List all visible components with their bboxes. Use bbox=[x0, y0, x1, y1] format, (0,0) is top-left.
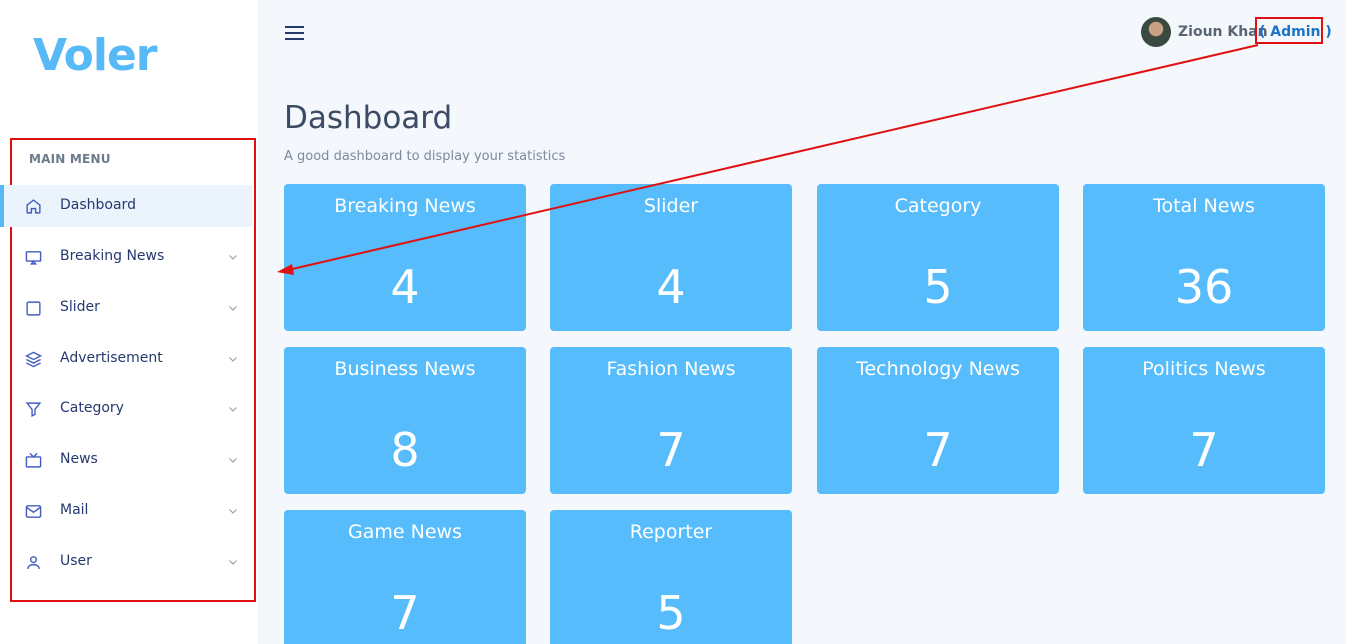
user-icon bbox=[27, 556, 40, 569]
sidebar-item-breaking-news[interactable]: Breaking News bbox=[0, 236, 252, 278]
stat-card-business-news[interactable]: Business News 8 bbox=[284, 347, 526, 494]
chevron-down-icon[interactable] bbox=[227, 251, 239, 263]
sidebar-item-label: Category bbox=[60, 400, 124, 416]
chevron-down-icon[interactable] bbox=[227, 556, 239, 568]
chevron-down-icon[interactable] bbox=[227, 505, 239, 517]
menu-title: MAIN MENU bbox=[29, 152, 111, 166]
stat-card-value: 7 bbox=[923, 423, 953, 477]
tv-icon bbox=[25, 452, 42, 468]
stat-card-game-news[interactable]: Game News 7 bbox=[284, 510, 526, 644]
topbar: Zioun Khan ( Admin ) bbox=[259, 0, 1346, 70]
stat-card-title: Breaking News bbox=[334, 195, 476, 217]
stat-card-value: 4 bbox=[390, 260, 420, 314]
home-icon bbox=[26, 199, 41, 214]
sidebar-item-label: Advertisement bbox=[60, 350, 163, 366]
hamburger-menu-icon[interactable] bbox=[285, 26, 304, 42]
sidebar-item-label: User bbox=[60, 553, 92, 569]
stat-card-value: 7 bbox=[390, 586, 420, 640]
stat-card-technology-news[interactable]: Technology News 7 bbox=[817, 347, 1059, 494]
stat-card-reporter[interactable]: Reporter 5 bbox=[550, 510, 792, 644]
logo[interactable]: Voler bbox=[33, 30, 157, 81]
sidebar-item-news[interactable]: News bbox=[0, 439, 252, 481]
chevron-down-icon[interactable] bbox=[227, 403, 239, 415]
monitor-icon bbox=[25, 251, 42, 265]
stat-card-title: Category bbox=[894, 195, 982, 217]
stat-card-title: Fashion News bbox=[606, 358, 736, 380]
stat-card-value: 7 bbox=[1189, 423, 1219, 477]
sidebar-item-dashboard[interactable]: Dashboard bbox=[0, 185, 252, 227]
sidebar-item-slider[interactable]: Slider bbox=[0, 287, 252, 329]
sidebar-item-label: Breaking News bbox=[60, 248, 165, 264]
page-subtitle: A good dashboard to display your statist… bbox=[284, 149, 566, 164]
stat-card-fashion-news[interactable]: Fashion News 7 bbox=[550, 347, 792, 494]
sidebar-item-label: Dashboard bbox=[60, 197, 136, 213]
stat-card-title: Slider bbox=[643, 195, 699, 217]
page-title: Dashboard bbox=[284, 100, 453, 136]
stat-card-slider[interactable]: Slider 4 bbox=[550, 184, 792, 331]
square-icon bbox=[26, 301, 41, 316]
sidebar-item-category[interactable]: Category bbox=[0, 388, 252, 430]
stat-card-value: 5 bbox=[923, 260, 953, 314]
layers-icon bbox=[25, 351, 42, 368]
chevron-down-icon[interactable] bbox=[227, 302, 239, 314]
sidebar: Voler MAIN MENU Dashboard Breaking News … bbox=[0, 0, 259, 644]
stat-card-category[interactable]: Category 5 bbox=[817, 184, 1059, 331]
annotation-box-role bbox=[1255, 17, 1323, 44]
mail-icon bbox=[25, 505, 42, 518]
avatar[interactable] bbox=[1141, 17, 1171, 47]
stat-card-politics-news[interactable]: Politics News 7 bbox=[1083, 347, 1325, 494]
stat-card-title: Game News bbox=[348, 521, 462, 543]
stat-card-title: Total News bbox=[1153, 195, 1255, 217]
sidebar-item-user[interactable]: User bbox=[0, 541, 252, 583]
stat-card-value: 4 bbox=[656, 260, 686, 314]
stat-card-title: Politics News bbox=[1142, 358, 1266, 380]
stat-card-value: 7 bbox=[656, 423, 686, 477]
stat-card-total-news[interactable]: Total News 36 bbox=[1083, 184, 1325, 331]
chevron-down-icon[interactable] bbox=[227, 353, 239, 365]
stat-card-value: 36 bbox=[1174, 260, 1234, 314]
sidebar-item-mail[interactable]: Mail bbox=[0, 490, 252, 532]
sidebar-item-label: Mail bbox=[60, 502, 89, 518]
chevron-down-icon[interactable] bbox=[227, 454, 239, 466]
stat-card-value: 8 bbox=[390, 423, 420, 477]
stat-card-title: Technology News bbox=[856, 358, 1020, 380]
sidebar-item-label: Slider bbox=[60, 299, 100, 315]
sidebar-item-advertisement[interactable]: Advertisement bbox=[0, 338, 252, 380]
stat-card-title: Reporter bbox=[629, 521, 713, 543]
stat-card-breaking-news[interactable]: Breaking News 4 bbox=[284, 184, 526, 331]
stat-card-value: 5 bbox=[656, 586, 686, 640]
stat-card-title: Business News bbox=[334, 358, 476, 380]
sidebar-item-label: News bbox=[60, 451, 98, 467]
filter-icon bbox=[25, 402, 42, 418]
